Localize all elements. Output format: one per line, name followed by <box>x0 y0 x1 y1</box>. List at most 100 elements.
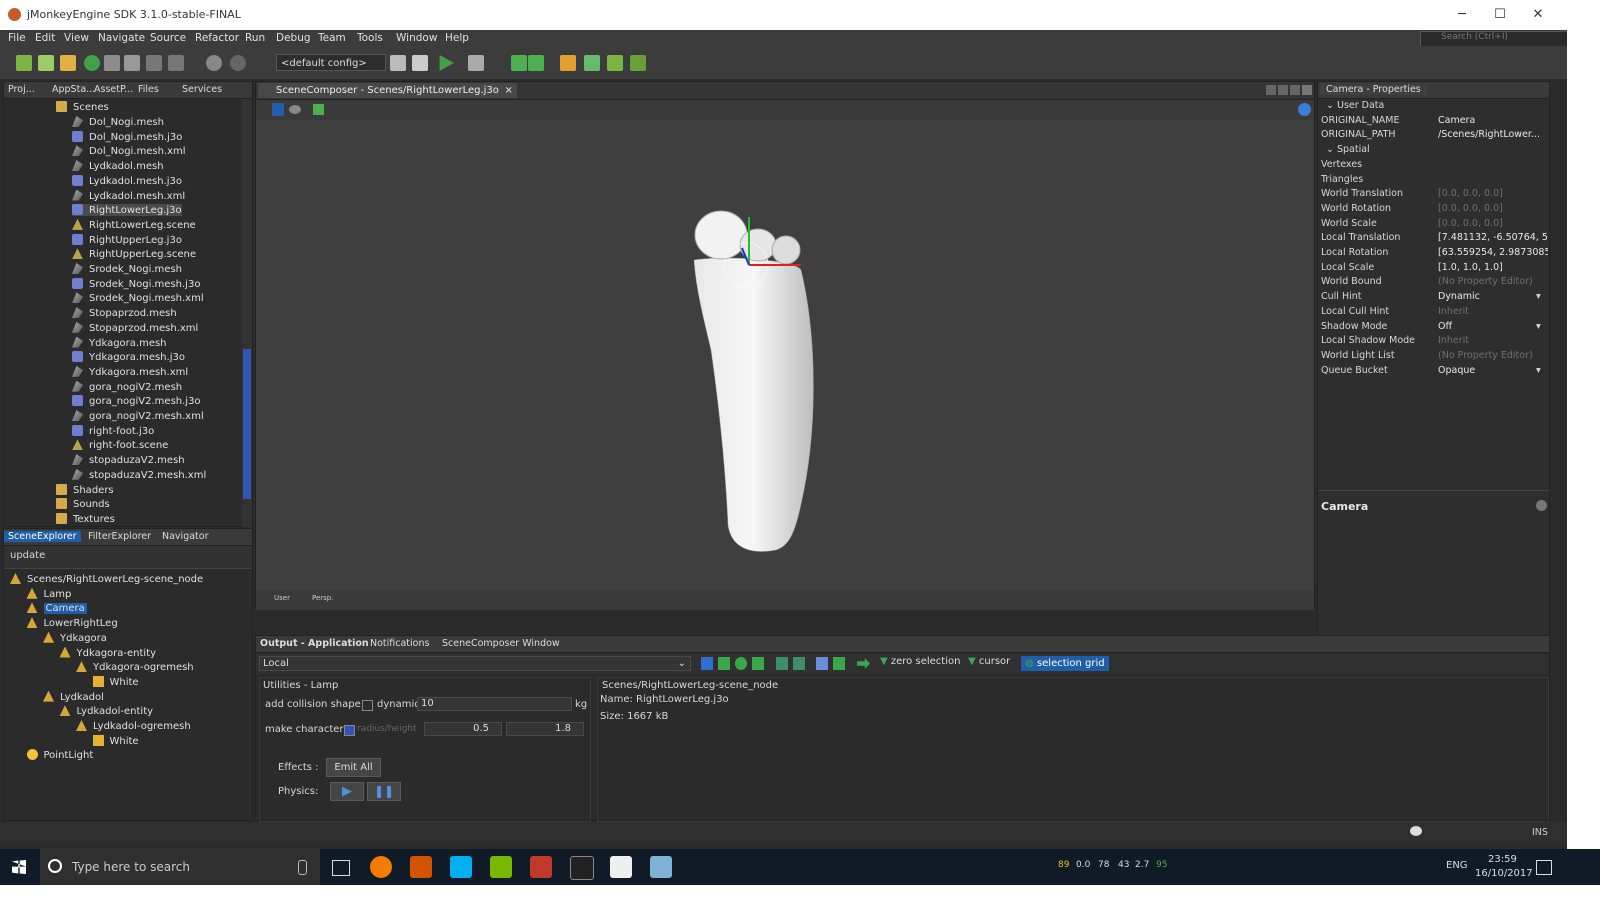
plugin-icon[interactable] <box>630 55 646 71</box>
info-icon[interactable] <box>1298 103 1311 116</box>
space-select[interactable]: Local ⌄ <box>259 656 691 671</box>
dropdown-arrow-icon[interactable]: ▾ <box>1536 365 1541 376</box>
file-item[interactable]: Dol_Nogi.mesh.j3o <box>72 130 182 143</box>
file-item[interactable]: Lydkadol.mesh.xml <box>72 189 185 202</box>
cube-icon[interactable] <box>313 104 324 115</box>
file-item[interactable]: stopaduzaV2.mesh.xml <box>72 468 206 481</box>
menu-run[interactable]: Run <box>245 32 265 44</box>
scene-node[interactable]: Lydkadol-ogremesh <box>76 720 191 732</box>
tab-filter-explorer[interactable]: FilterExplorer <box>88 531 151 542</box>
editor-tab[interactable]: SceneComposer - Scenes/RightLowerLeg.j3o… <box>258 83 517 98</box>
menu-edit[interactable]: Edit <box>35 32 55 44</box>
menu-navigate[interactable]: Navigate <box>98 32 145 44</box>
file-item[interactable]: gora_nogiV2.mesh.j3o <box>72 395 201 407</box>
add-icon[interactable] <box>511 55 527 71</box>
menu-help[interactable]: Help <box>445 32 469 44</box>
close-tab-icon[interactable]: × <box>505 83 513 98</box>
persp-view-label[interactable]: Persp. <box>312 594 333 602</box>
folder-item[interactable]: Textures <box>56 512 115 525</box>
scrollbar-thumb[interactable] <box>243 349 251 499</box>
property-row[interactable]: Queue Bucket Opaque ▾ <box>1318 365 1566 379</box>
windows-start-icon[interactable] <box>12 860 26 874</box>
selection-grid-button[interactable]: ◍ selection grid <box>1021 656 1109 671</box>
viewport-canvas[interactable] <box>256 120 1314 590</box>
property-row[interactable]: Local Cull Hint Inherit <box>1318 306 1566 320</box>
scene-node[interactable]: Camera <box>26 602 87 615</box>
menu-source[interactable]: Source <box>150 32 186 44</box>
search-input[interactable]: Search (Ctrl+I) <box>1420 31 1586 47</box>
app-icon-5[interactable] <box>530 856 552 878</box>
taskbar-search[interactable]: Type here to search <box>40 849 320 885</box>
terrain-icon[interactable] <box>584 55 600 71</box>
user-view-label[interactable]: User <box>274 594 290 602</box>
redo-icon[interactable] <box>230 55 246 71</box>
scrollbar[interactable] <box>242 99 252 527</box>
file-item[interactable]: Dol_Nogi.mesh.xml <box>72 145 186 157</box>
property-row[interactable]: World Rotation [0.0, 0.0, 0.0] <box>1318 203 1566 217</box>
hammer-icon[interactable] <box>390 55 406 71</box>
play-physics-button[interactable]: ▶ <box>330 782 364 801</box>
scale-tool-icon[interactable] <box>752 657 764 670</box>
nvidia-icon[interactable] <box>490 856 512 878</box>
cursor-button[interactable]: ▼ cursor <box>968 656 1010 667</box>
emit-all-button[interactable]: Emit All <box>326 758 381 777</box>
forward-icon[interactable] <box>857 658 870 669</box>
section-user-data[interactable]: ⌄ User Data <box>1318 100 1566 114</box>
scene-node[interactable]: White <box>92 734 139 747</box>
property-row[interactable]: World Translation [0.0, 0.0, 0.0] <box>1318 188 1566 202</box>
eye-icon[interactable] <box>289 105 301 114</box>
maximize-editor-icon[interactable] <box>1302 85 1312 95</box>
file-item[interactable]: Stopaprzod.mesh.xml <box>72 321 198 334</box>
add-collision-checkbox[interactable] <box>362 700 373 711</box>
scene-node[interactable]: Scenes/RightLowerLeg-scene_node <box>10 573 203 585</box>
jmonkey-icon[interactable] <box>410 856 432 878</box>
property-row[interactable]: Triangles <box>1318 174 1566 188</box>
config-select[interactable]: <default config> <box>276 54 386 71</box>
file-item[interactable]: RightUpperLeg.j3o <box>72 233 182 246</box>
menu-debug[interactable]: Debug <box>276 32 311 44</box>
photos-icon[interactable] <box>610 856 632 878</box>
maximize-button[interactable]: ☐ <box>1481 4 1519 26</box>
terminal-icon[interactable] <box>570 856 594 880</box>
undo-icon[interactable] <box>206 55 222 71</box>
file-item[interactable]: Srodek_Nogi.mesh <box>72 263 182 275</box>
radius-input[interactable]: 0.5 <box>424 722 502 736</box>
light-toggle-icon[interactable] <box>272 103 284 116</box>
menu-file[interactable]: File <box>8 32 26 44</box>
new-file-icon[interactable] <box>16 55 32 71</box>
move-tool-icon[interactable] <box>718 657 730 670</box>
dropdown-arrow-icon[interactable]: ▾ <box>1536 321 1541 332</box>
scene-node[interactable]: White <box>92 675 139 688</box>
file-item[interactable]: RightUpperLeg.scene <box>72 248 196 260</box>
scene-node[interactable]: Ydkagora-entity <box>59 646 156 659</box>
dropdown-icon[interactable] <box>1290 85 1300 95</box>
paint-tool-icon[interactable] <box>793 657 805 670</box>
tab-appstates[interactable]: AppSta... <box>52 84 95 95</box>
tab-projects[interactable]: Proj... <box>8 84 35 95</box>
file-item[interactable]: RightLowerLeg.scene <box>72 218 196 231</box>
scene-icon[interactable] <box>560 55 576 71</box>
build-icon[interactable] <box>104 55 120 71</box>
menu-window[interactable]: Window <box>396 32 437 44</box>
property-row[interactable]: World Light List (No Property Editor) <box>1318 350 1566 364</box>
property-row[interactable]: World Bound (No Property Editor) <box>1318 276 1566 290</box>
blender-icon[interactable] <box>370 856 392 878</box>
tab-files[interactable]: Files <box>138 84 159 95</box>
property-row[interactable]: Local Rotation [63.559254, 2.9873085... <box>1318 247 1566 261</box>
close-button[interactable]: ✕ <box>1519 4 1557 26</box>
scene-node[interactable]: LowerRightLeg <box>26 617 118 629</box>
run-icon[interactable] <box>439 55 454 71</box>
user-data-row[interactable]: ORIGINAL_NAME Camera <box>1318 115 1566 129</box>
scene-node[interactable]: Lydkadol <box>43 690 104 703</box>
menu-team[interactable]: Team <box>318 32 346 44</box>
user-data-row[interactable]: ORIGINAL_PATH/Scenes/RightLower... <box>1318 129 1566 143</box>
update-label[interactable]: update <box>10 550 45 561</box>
file-item[interactable]: Stopaprzod.mesh <box>72 307 177 319</box>
property-row[interactable]: World Scale [0.0, 0.0, 0.0] <box>1318 218 1566 232</box>
save-icon[interactable] <box>146 55 162 71</box>
menu-tools[interactable]: Tools <box>357 32 383 44</box>
height-input[interactable]: 1.8 <box>506 722 584 736</box>
action-center-icon[interactable] <box>1536 860 1552 875</box>
tab-services[interactable]: Services <box>182 84 222 95</box>
open-project-icon[interactable] <box>60 55 76 71</box>
